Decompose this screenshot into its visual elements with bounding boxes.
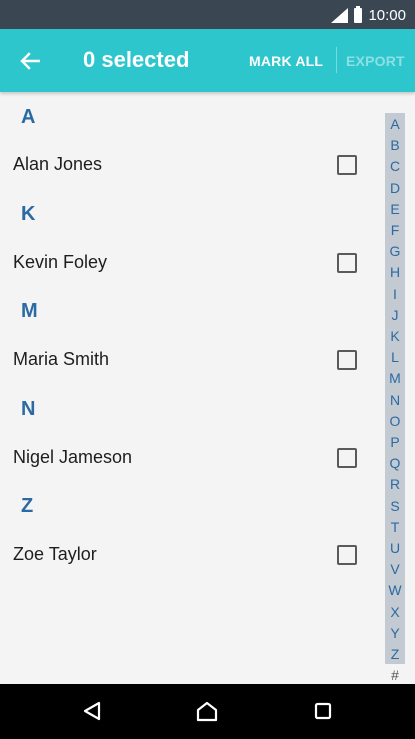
triangle-back-icon [83, 701, 101, 721]
index-letter-c[interactable]: C [385, 159, 405, 173]
home-icon [196, 701, 218, 722]
index-letter-v[interactable]: V [385, 562, 405, 576]
contact-checkbox[interactable] [337, 155, 357, 175]
contact-name: Nigel Jameson [13, 447, 133, 467]
section-header-k: K [21, 203, 36, 225]
toolbar-divider [336, 47, 337, 73]
index-letter-t[interactable]: T [385, 520, 405, 534]
nav-home-button[interactable] [192, 696, 222, 726]
index-letter-o[interactable]: O [385, 414, 405, 428]
index-letter-y[interactable]: Y [385, 626, 405, 640]
status-bar: 10:00 [0, 0, 415, 29]
square-recents-icon [314, 702, 332, 720]
index-letter-s[interactable]: S [385, 499, 405, 513]
index-letter-l[interactable]: L [385, 350, 405, 364]
nav-back-button[interactable] [77, 696, 107, 726]
contact-checkbox[interactable] [337, 253, 357, 273]
section-header-a: A [21, 106, 36, 128]
contact-row[interactable]: Zoe Taylor [0, 532, 380, 584]
index-letter-hash[interactable]: # [385, 668, 405, 682]
navigation-bar [0, 684, 415, 739]
index-letter-u[interactable]: U [385, 541, 405, 555]
status-time: 10:00 [368, 6, 406, 24]
toolbar: 0 selected MARK ALL EXPORT [0, 29, 415, 92]
index-letter-m[interactable]: M [385, 371, 405, 385]
selection-count-title: 0 selected [83, 47, 190, 72]
contact-checkbox[interactable] [337, 350, 357, 370]
nav-recents-button[interactable] [308, 696, 338, 726]
section-header-n: N [21, 398, 36, 420]
section-header-m: M [21, 300, 38, 322]
index-letter-d[interactable]: D [385, 181, 405, 195]
index-letter-x[interactable]: X [385, 605, 405, 619]
index-letter-f[interactable]: F [385, 223, 405, 237]
contact-name: Alan Jones [13, 154, 103, 174]
index-letter-q[interactable]: Q [385, 456, 405, 470]
export-button[interactable]: EXPORT [346, 53, 405, 69]
alphabet-index-bar[interactable] [385, 113, 405, 664]
index-letter-p[interactable]: P [385, 435, 405, 449]
index-letter-h[interactable]: H [385, 265, 405, 279]
index-letter-n[interactable]: N [385, 393, 405, 407]
back-button[interactable] [14, 45, 46, 77]
status-icons: 10:00 [331, 5, 406, 25]
arrow-left-icon [20, 52, 40, 70]
contact-row[interactable]: Kevin Foley [0, 240, 380, 292]
contact-name: Kevin Foley [13, 252, 108, 272]
index-letter-j[interactable]: J [385, 308, 405, 322]
contact-row[interactable]: Maria Smith [0, 337, 380, 389]
index-letter-a[interactable]: A [385, 117, 405, 131]
contact-name: Zoe Taylor [13, 544, 97, 564]
index-letter-i[interactable]: I [385, 287, 405, 301]
index-letter-k[interactable]: K [385, 329, 405, 343]
mark-all-button[interactable]: MARK ALL [249, 53, 323, 69]
index-letter-b[interactable]: B [385, 138, 405, 152]
contact-checkbox[interactable] [337, 448, 357, 468]
contact-row[interactable]: Alan Jones [0, 142, 380, 194]
contact-row[interactable]: Nigel Jameson [0, 435, 380, 487]
section-header-z: Z [21, 495, 34, 517]
contact-checkbox[interactable] [337, 545, 357, 565]
battery-icon [354, 5, 363, 23]
index-letter-e[interactable]: E [385, 202, 405, 216]
index-letter-g[interactable]: G [385, 244, 405, 258]
index-letter-w[interactable]: W [385, 583, 405, 597]
signal-icon [331, 7, 349, 23]
index-letter-r[interactable]: R [385, 477, 405, 491]
index-letter-z[interactable]: Z [385, 647, 405, 661]
contact-name: Maria Smith [13, 349, 110, 369]
